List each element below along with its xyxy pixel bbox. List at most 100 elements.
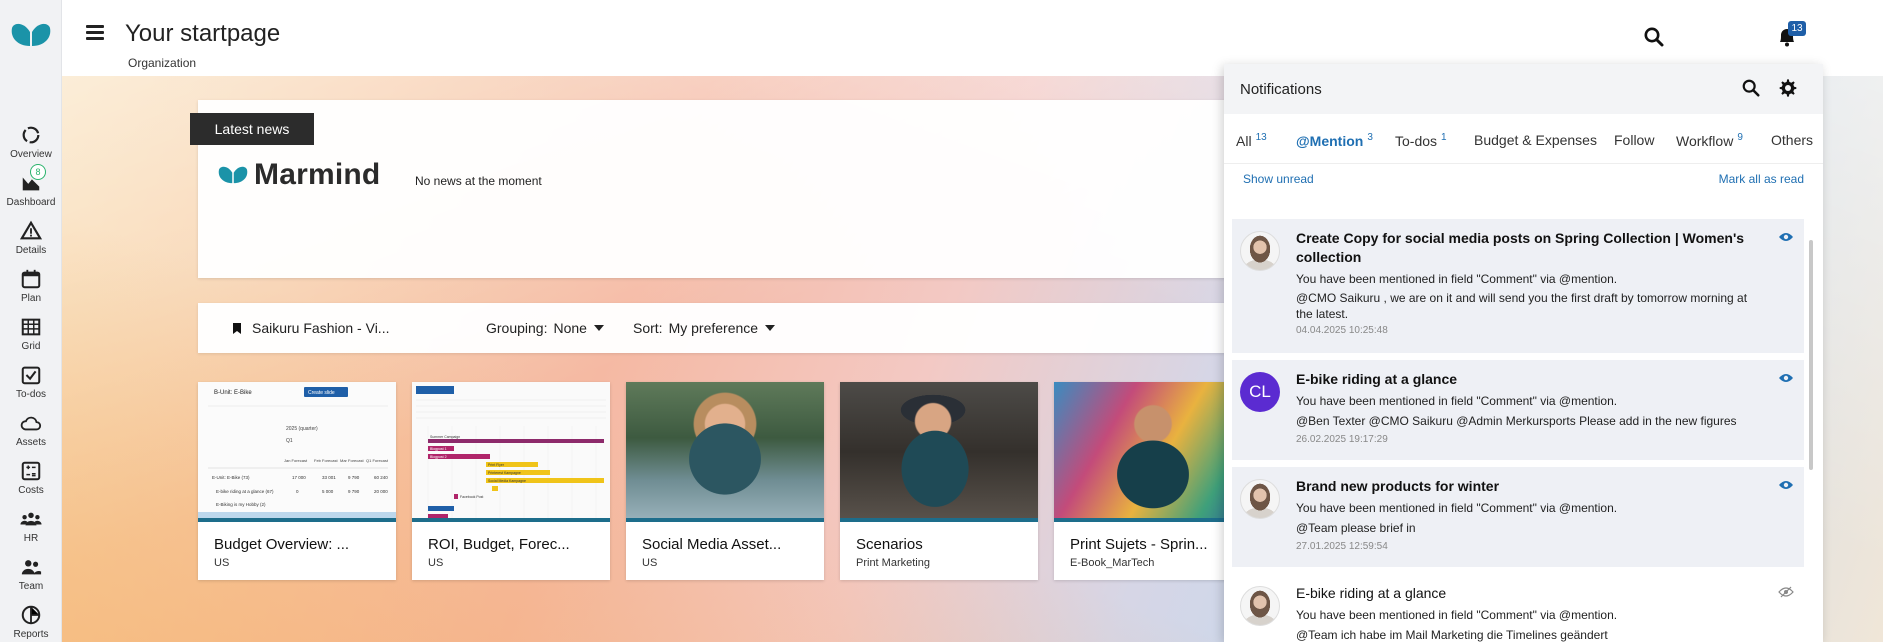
gantt-bar-label: Printerest Kampagne: [488, 471, 521, 475]
tile-card[interactable]: B-Unit: E-Bike Create slide 2025 (quarte…: [198, 382, 396, 580]
notifications-title: Notifications: [1240, 81, 1322, 98]
preview-row-text: E-bike riding at a glance (67): [216, 489, 274, 494]
sender-avatar: CL: [1240, 372, 1280, 412]
search-icon[interactable]: [1741, 78, 1761, 98]
tab-workflow[interactable]: Workflow 9: [1676, 132, 1743, 149]
notification-item[interactable]: CL E-bike riding at a glance You have be…: [1232, 360, 1804, 460]
gantt-bar-label: Facebook Post: [460, 495, 483, 499]
tile-card[interactable]: Summer Campaign Blogpost 1 Blogpost 2 Pr…: [412, 382, 610, 580]
notification-title: Brand new products for winter: [1296, 478, 1500, 494]
tile-title: Print Sujets - Sprin...: [1070, 536, 1208, 553]
tab-label: Follow: [1614, 132, 1655, 148]
bookmark-filter-label: Saikuru Fashion - Vi...: [252, 320, 390, 336]
sidebar-item-label: Dashboard: [6, 197, 56, 208]
sort-dropdown[interactable]: Sort: My preference: [633, 320, 776, 336]
mark-all-read-link[interactable]: Mark all as read: [1719, 172, 1804, 186]
tab-budget-expenses[interactable]: Budget & Expenses: [1474, 132, 1597, 148]
notification-title: Create Copy for social media posts on Sp…: [1296, 230, 1745, 265]
sidebar-item-details[interactable]: Details: [0, 220, 62, 266]
eye-icon[interactable]: [1778, 372, 1794, 384]
tab-mention[interactable]: @Mention 3: [1296, 132, 1373, 149]
sidebar-item-reports[interactable]: Reports: [0, 604, 62, 642]
notification-title: E-bike riding at a glance: [1296, 371, 1458, 387]
preview-cell-text: 60 240: [374, 475, 388, 480]
hamburger-menu-icon[interactable]: [86, 25, 104, 41]
sort-value: My preference: [668, 320, 759, 336]
eye-icon[interactable]: [1778, 479, 1794, 491]
notification-item[interactable]: E-bike riding at a glance You have been …: [1232, 574, 1804, 642]
cloud-icon: [20, 416, 42, 431]
sidebar-item-plan[interactable]: Plan: [0, 268, 62, 314]
tile-title: Budget Overview: ...: [214, 536, 350, 553]
tile-thumbnail-photo: [840, 382, 1038, 522]
show-unread-link[interactable]: Show unread: [1243, 172, 1314, 186]
preview-cell-text: 17 000: [292, 475, 306, 480]
page-subtitle[interactable]: Organization: [128, 56, 196, 70]
tab-all[interactable]: All 13: [1236, 132, 1267, 149]
tile-title: ROI, Budget, Forec...: [428, 536, 570, 553]
tab-todos[interactable]: To-dos 1: [1395, 132, 1447, 149]
tab-label: @Mention: [1296, 133, 1364, 149]
todos-icon: [21, 366, 41, 385]
tab-label: Budget & Expenses: [1474, 132, 1597, 148]
tab-count: 13: [1255, 132, 1267, 143]
tab-count: 1: [1441, 132, 1447, 143]
preview-col-text: Mar Forecast: [340, 458, 364, 463]
gantt-bar-label: Blogpost 2: [430, 455, 447, 459]
sidebar-item-todos[interactable]: To-dos: [0, 364, 62, 410]
team-icon: [21, 560, 42, 575]
sidebar-item-label: Plan: [20, 293, 41, 304]
marmind-logo-icon[interactable]: [8, 20, 54, 50]
eye-icon[interactable]: [1778, 231, 1794, 243]
latest-news-tab: Latest news: [190, 113, 314, 145]
tile-subtitle: US: [214, 557, 230, 569]
overview-icon: [22, 126, 40, 144]
eye-off-icon[interactable]: [1778, 586, 1794, 598]
sidebar-item-dashboard[interactable]: 8 Dashboard: [0, 164, 62, 218]
tile-subtitle: US: [642, 557, 658, 569]
reports-icon: [21, 605, 41, 625]
tile-card[interactable]: Scenarios Print Marketing: [840, 382, 1038, 580]
notification-date: 04.04.2025 10:25:48: [1296, 325, 1388, 336]
sidebar-item-hr[interactable]: HR: [0, 508, 62, 554]
notifications-panel: Notifications All 13 @Mention 3 To-dos 1 Bu…: [1224, 64, 1823, 642]
gear-icon[interactable]: [1778, 78, 1798, 98]
notification-date: 27.01.2025 12:59:54: [1296, 541, 1388, 552]
tab-label: Workflow: [1676, 133, 1734, 149]
notification-item[interactable]: Brand new products for winter You have b…: [1232, 467, 1804, 567]
sidebar-item-label: Details: [15, 245, 47, 256]
sort-label: Sort:: [633, 320, 663, 336]
preview-row-text: E-Biking is my Hobby (2): [216, 502, 266, 507]
tile-card[interactable]: Social Media Asset... US: [626, 382, 824, 580]
notification-title: E-bike riding at a glance: [1296, 585, 1447, 601]
notification-item[interactable]: Create Copy for social media posts on Sp…: [1232, 219, 1804, 353]
sidebar-item-overview[interactable]: Overview: [0, 124, 62, 170]
sidebar-item-assets[interactable]: Assets: [0, 412, 62, 458]
preview-row-text: E-Unit: E-Bike (73): [212, 475, 250, 480]
notification-list: Create Copy for social media posts on Sp…: [1224, 219, 1814, 642]
sidebar-item-grid[interactable]: Grid: [0, 316, 62, 362]
preview-col-text: Jan Forecast: [284, 458, 308, 463]
notification-date: 26.02.2025 19:17:29: [1296, 434, 1388, 445]
sidebar-item-label: To-dos: [15, 389, 46, 400]
chevron-down-icon: [593, 325, 604, 331]
tile-subtitle: E-Book_MarTech: [1070, 557, 1155, 569]
tab-others[interactable]: Others: [1771, 132, 1813, 148]
sidebar-item-team[interactable]: Team: [0, 556, 62, 602]
hr-icon: [20, 512, 42, 526]
sender-avatar: [1240, 231, 1280, 271]
sidebar-item-label: Grid: [21, 341, 41, 352]
tab-count: 9: [1737, 132, 1743, 143]
tile-thumbnail: Summer Campaign Blogpost 1 Blogpost 2 Pr…: [412, 382, 610, 522]
sidebar-item-costs[interactable]: Costs: [0, 460, 62, 506]
dashboard-badge: 8: [30, 164, 46, 180]
notification-scrollbar[interactable]: [1809, 240, 1813, 470]
preview-period-text: 2025 (quarter): [286, 426, 318, 432]
grouping-dropdown[interactable]: Grouping: None: [486, 320, 604, 336]
search-icon[interactable]: [1643, 26, 1665, 48]
tab-count: 3: [1367, 132, 1373, 143]
preview-cell-text: 9 790: [348, 475, 360, 480]
tab-follow[interactable]: Follow: [1614, 132, 1654, 148]
bookmark-filter[interactable]: Saikuru Fashion - Vi...: [232, 320, 389, 336]
tile-card[interactable]: Print Sujets - Sprin... E-Book_MarTech: [1054, 382, 1252, 580]
